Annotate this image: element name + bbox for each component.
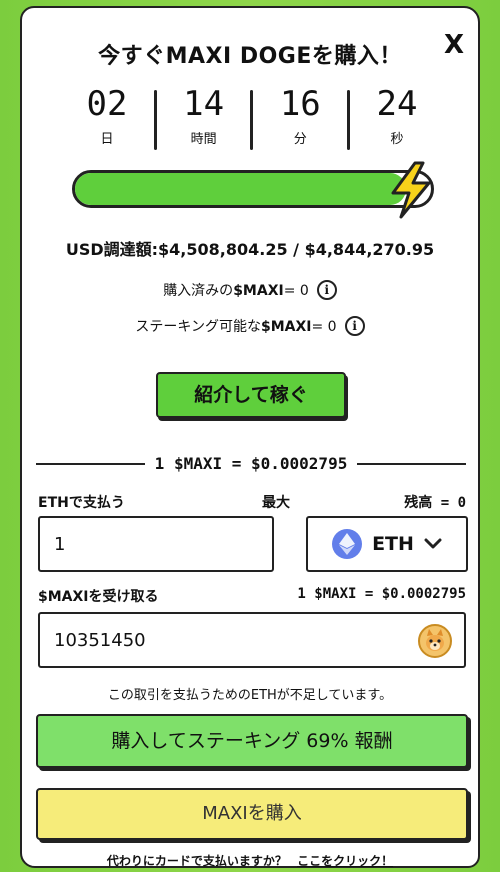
progress-fill <box>75 173 407 205</box>
countdown-timer: 02 日 14 時間 16 分 24 秒 <box>62 84 442 152</box>
page-title: 今すぐMAXI DOGEを購入！ <box>98 44 402 69</box>
card-payment-question: 代わりにカードで支払いますか？ <box>106 854 287 868</box>
countdown-seconds: 24 秒 <box>352 84 442 147</box>
divider <box>250 90 254 150</box>
stakeable-balance: ステーキング可能な$MAXI= 0 i <box>22 316 478 336</box>
pay-label: ETHで支払う <box>38 495 125 511</box>
countdown-seconds-label: 秒 <box>390 132 404 147</box>
countdown-minutes: 16 分 <box>255 84 345 147</box>
pay-amount-input[interactable]: 1 <box>38 516 274 572</box>
divider <box>153 90 157 150</box>
buy-and-stake-button[interactable]: 購入してステーキング 69% 報酬 <box>36 714 468 768</box>
presale-progress-bar <box>72 161 434 219</box>
currency-select[interactable]: ETH <box>306 516 468 572</box>
receive-label-row: $MAXIを受け取る 1 $MAXI = $0.0002795 <box>38 586 466 606</box>
countdown-seconds-value: 24 <box>376 84 418 124</box>
countdown-days: 02 日 <box>62 84 152 147</box>
insufficient-funds-warning: この取引を支払うためのETHが不足しています。 <box>107 688 393 703</box>
maxi-doge-icon <box>418 624 452 658</box>
divider <box>36 462 145 465</box>
referral-button[interactable]: 紹介して稼ぐ <box>156 372 346 418</box>
card-payment-link[interactable]: ここをクリック！ <box>297 854 393 868</box>
countdown-hours: 14 時間 <box>159 84 249 147</box>
buy-button[interactable]: MAXIを購入 <box>36 788 468 840</box>
pay-label-row: ETHで支払う 最大 残高 = 0 <box>38 492 466 512</box>
purchased-text: 購入済みの$MAXI= 0 <box>163 283 309 299</box>
max-button[interactable]: 最大 <box>262 492 290 512</box>
receive-rate: 1 $MAXI = $0.0002795 <box>297 586 466 602</box>
countdown-days-value: 02 <box>86 84 128 124</box>
purchased-balance: 購入済みの$MAXI= 0 i <box>22 280 478 300</box>
card-payment-row: 代わりにカードで支払いますか？ ここをクリック！ <box>22 852 478 869</box>
exchange-rate-text: 1 $MAXI = $0.0002795 <box>154 454 348 473</box>
chevron-down-icon <box>424 538 442 549</box>
exchange-rate: 1 $MAXI = $0.0002795 <box>36 454 466 473</box>
divider <box>347 90 351 150</box>
receive-amount-value: 10351450 <box>54 629 146 651</box>
lightning-icon <box>391 161 431 219</box>
countdown-hours-value: 14 <box>183 84 225 124</box>
balance-text: 残高 = 0 <box>404 495 466 511</box>
info-icon[interactable]: i <box>344 316 365 336</box>
currency-label: ETH <box>372 533 414 555</box>
buy-widget: 今すぐMAXI DOGEを購入！ X 02 日 14 時間 16 分 24 秒 … <box>20 6 480 868</box>
countdown-hours-label: 時間 <box>190 132 217 147</box>
eth-icon <box>332 529 363 559</box>
countdown-minutes-label: 分 <box>293 132 307 147</box>
close-icon[interactable]: X <box>444 32 464 58</box>
countdown-days-label: 日 <box>100 132 114 147</box>
stakeable-text: ステーキング可能な$MAXI= 0 <box>135 319 337 335</box>
countdown-minutes-value: 16 <box>279 84 321 124</box>
info-icon[interactable]: i <box>316 280 337 300</box>
receive-label: $MAXIを受け取る <box>38 589 159 605</box>
usd-raised: USD調達額:$4,508,804.25 / $4,844,270.95 <box>65 240 435 259</box>
pay-amount-value: 1 <box>54 533 66 555</box>
divider <box>357 462 466 465</box>
receive-amount-input[interactable]: 10351450 <box>38 612 466 668</box>
